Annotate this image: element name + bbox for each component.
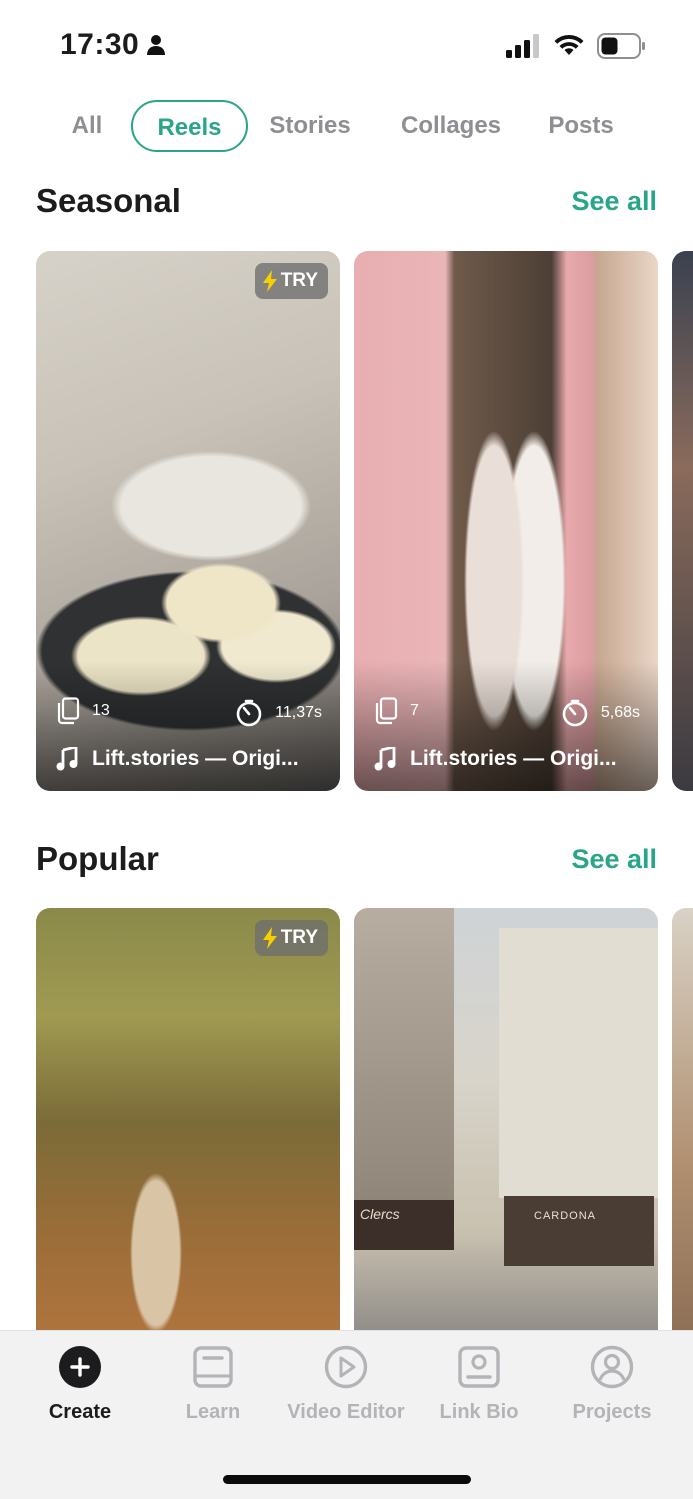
see-all-seasonal-button[interactable]: See all [571, 186, 657, 217]
music-note-icon [56, 747, 78, 771]
slides-count: 13 [92, 702, 110, 719]
status-time: 17:30 [60, 28, 140, 61]
bottom-tab-bar: Create Learn Video Editor Link Bio Proje… [0, 1330, 693, 1499]
section-title-seasonal: Seasonal [36, 182, 181, 219]
book-icon [193, 1346, 233, 1388]
tab-video-editor[interactable]: Video Editor [276, 1345, 416, 1424]
building-right [499, 928, 658, 1198]
section-title-popular: Popular [36, 840, 159, 877]
profile-card-icon [458, 1346, 500, 1388]
audio-track: Lift.stories — Origi... [56, 745, 326, 773]
slides-icon [375, 697, 398, 725]
tab-collages[interactable]: Collages [392, 100, 510, 152]
timer-icon [236, 699, 262, 727]
wifi-icon [553, 33, 585, 62]
tab-all[interactable]: All [58, 100, 116, 152]
tab-projects[interactable]: Projects [542, 1345, 682, 1424]
duration: 11,37s [275, 704, 322, 721]
card-meta: 7 5,68s [374, 697, 640, 727]
template-card[interactable]: CARDONA Clercs [354, 908, 658, 1338]
template-card[interactable]: TRY [36, 908, 340, 1338]
building-left [354, 908, 454, 1208]
tab-create[interactable]: Create [10, 1345, 150, 1424]
template-card[interactable]: 7 5,68s Lift.stories — Origi... [354, 251, 658, 791]
storefront: CARDONA [504, 1196, 654, 1266]
play-circle-icon [324, 1345, 368, 1389]
try-label: TRY [280, 927, 318, 948]
tab-link-bio[interactable]: Link Bio [409, 1345, 549, 1424]
template-type-tabs: All Reels Stories Collages Posts [0, 100, 693, 154]
audio-title: Lift.stories — Origi... [410, 747, 617, 770]
tab-label: Create [48, 1401, 112, 1423]
cafe-awning: Clercs [354, 1200, 454, 1250]
person-icon [146, 34, 166, 61]
storefront-sign: CARDONA [534, 1210, 597, 1222]
tab-learn[interactable]: Learn [143, 1345, 283, 1424]
try-label: TRY [280, 270, 318, 291]
template-card-partial[interactable] [672, 908, 693, 1338]
home-indicator[interactable] [223, 1475, 471, 1484]
tab-label: Learn [185, 1401, 241, 1423]
cafe-sign: Clercs [360, 1206, 400, 1222]
see-all-popular-button[interactable]: See all [571, 844, 657, 875]
cellular-signal-icon [506, 34, 542, 63]
slides-icon [57, 697, 80, 725]
lightning-icon [262, 927, 277, 949]
duration: 5,68s [600, 704, 640, 721]
tab-label: Projects [572, 1401, 652, 1423]
audio-title: Lift.stories — Origi... [92, 747, 299, 770]
tab-reels[interactable]: Reels [131, 100, 248, 152]
user-circle-icon [590, 1345, 634, 1389]
card-meta: 13 11,37s [56, 697, 322, 727]
tab-label: Link Bio [439, 1401, 519, 1423]
slides-count: 7 [410, 702, 419, 719]
status-bar: 17:30 [0, 0, 693, 90]
tab-label: Video Editor [287, 1401, 405, 1423]
timer-icon [562, 699, 588, 727]
template-card-partial[interactable] [672, 251, 693, 791]
battery-icon [597, 33, 647, 64]
lightning-icon [262, 270, 277, 292]
template-card[interactable]: TRY 13 11,37s Lift.stories — Origi... [36, 251, 340, 791]
tab-posts[interactable]: Posts [540, 100, 622, 152]
try-badge: TRY [254, 263, 328, 299]
music-note-icon [374, 747, 396, 771]
audio-track: Lift.stories — Origi... [374, 745, 644, 773]
plus-circle-icon [59, 1346, 101, 1388]
try-badge: TRY [254, 920, 328, 956]
tab-stories[interactable]: Stories [262, 100, 358, 152]
